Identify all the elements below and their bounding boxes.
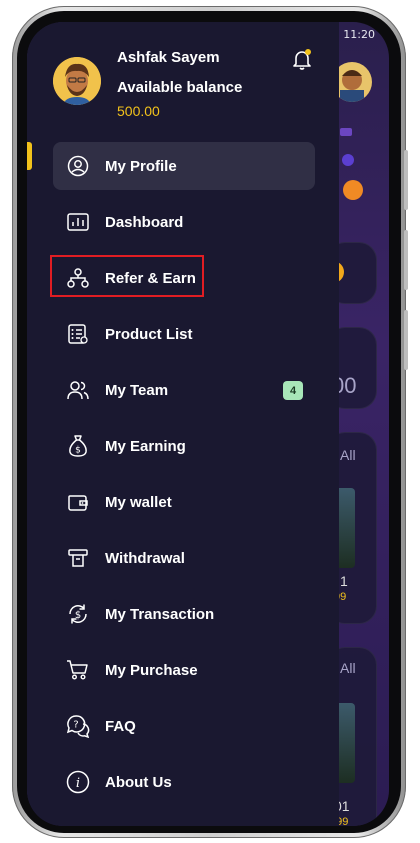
menu-item-my-purchase[interactable]: My Purchase bbox=[53, 646, 315, 694]
volume-up-button bbox=[404, 150, 408, 210]
menu-item-faq[interactable]: ? FAQ bbox=[53, 702, 315, 750]
user-circle-icon bbox=[65, 153, 91, 179]
menu-item-label: About Us bbox=[105, 773, 172, 791]
menu-item-my-team[interactable]: My Team 4 bbox=[53, 366, 315, 414]
withdrawal-icon bbox=[65, 545, 91, 571]
cart-icon bbox=[65, 657, 91, 683]
svg-text:i: i bbox=[76, 776, 80, 791]
menu-item-label: My Earning bbox=[105, 437, 186, 455]
menu-item-withdrawal[interactable]: Withdrawal bbox=[53, 534, 315, 582]
user-name: Ashfak Sayem bbox=[117, 49, 220, 66]
menu-item-my-profile[interactable]: My Profile bbox=[53, 142, 315, 190]
notification-bell-icon[interactable] bbox=[290, 47, 314, 73]
menu-item-my-transaction[interactable]: $ My Transaction bbox=[53, 590, 315, 638]
balance-label: Available balance bbox=[117, 79, 243, 96]
team-count-badge: 4 bbox=[283, 381, 303, 400]
money-bag-icon: $ bbox=[65, 433, 91, 459]
users-icon bbox=[65, 377, 91, 403]
share-icon[interactable] bbox=[343, 180, 363, 200]
navigation-drawer: Ashfak Sayem Available balance 500.00 My… bbox=[27, 22, 339, 826]
power-button bbox=[404, 310, 408, 370]
info-icon: i bbox=[65, 769, 91, 795]
menu-item-label: My Purchase bbox=[105, 661, 198, 679]
drawer-menu: My Profile Dashboard Refer & Earn Produc… bbox=[50, 142, 315, 814]
dollar-refresh-icon: $ bbox=[65, 601, 91, 627]
background-icon bbox=[342, 154, 354, 166]
volume-down-button bbox=[404, 230, 408, 290]
drawer-header: Ashfak Sayem Available balance 500.00 bbox=[27, 22, 339, 132]
menu-item-label: My Team bbox=[105, 381, 169, 399]
menu-item-label: My Profile bbox=[105, 157, 177, 175]
menu-item-label: My wallet bbox=[105, 493, 172, 511]
menu-item-refer-earn[interactable]: Refer & Earn bbox=[50, 254, 315, 302]
see-all-link[interactable]: All bbox=[340, 447, 356, 463]
phone-screen: 11:20 00 All 1 99 All 01 999 Ashfak Saye… bbox=[27, 22, 389, 826]
svg-text:?: ? bbox=[73, 720, 78, 731]
bar-chart-icon bbox=[65, 209, 91, 235]
menu-item-my-wallet[interactable]: My wallet bbox=[53, 478, 315, 526]
svg-text:$: $ bbox=[75, 446, 81, 456]
menu-item-label: FAQ bbox=[105, 717, 136, 735]
menu-item-label: Dashboard bbox=[105, 213, 184, 231]
menu-item-dashboard[interactable]: Dashboard bbox=[53, 198, 315, 246]
menu-item-product-list[interactable]: Product List bbox=[53, 310, 315, 358]
menu-item-label: Product List bbox=[105, 325, 193, 343]
highlight-box bbox=[50, 255, 204, 297]
menu-item-my-earning[interactable]: $ My Earning bbox=[53, 422, 315, 470]
list-icon bbox=[65, 321, 91, 347]
svg-text:$: $ bbox=[75, 610, 81, 621]
status-time: 11:20 bbox=[343, 28, 375, 41]
wallet-icon bbox=[65, 489, 91, 515]
user-avatar[interactable] bbox=[53, 57, 101, 105]
background-tag bbox=[340, 128, 352, 136]
menu-item-about-us[interactable]: i About Us bbox=[53, 758, 315, 806]
balance-value: 500.00 bbox=[117, 103, 160, 119]
menu-item-label: Withdrawal bbox=[105, 549, 185, 567]
number-fragment: 1 bbox=[340, 573, 348, 589]
see-all-link[interactable]: All bbox=[340, 660, 356, 676]
chat-question-icon: ? bbox=[65, 713, 91, 739]
active-indicator bbox=[27, 142, 32, 170]
menu-item-label: My Transaction bbox=[105, 605, 215, 623]
